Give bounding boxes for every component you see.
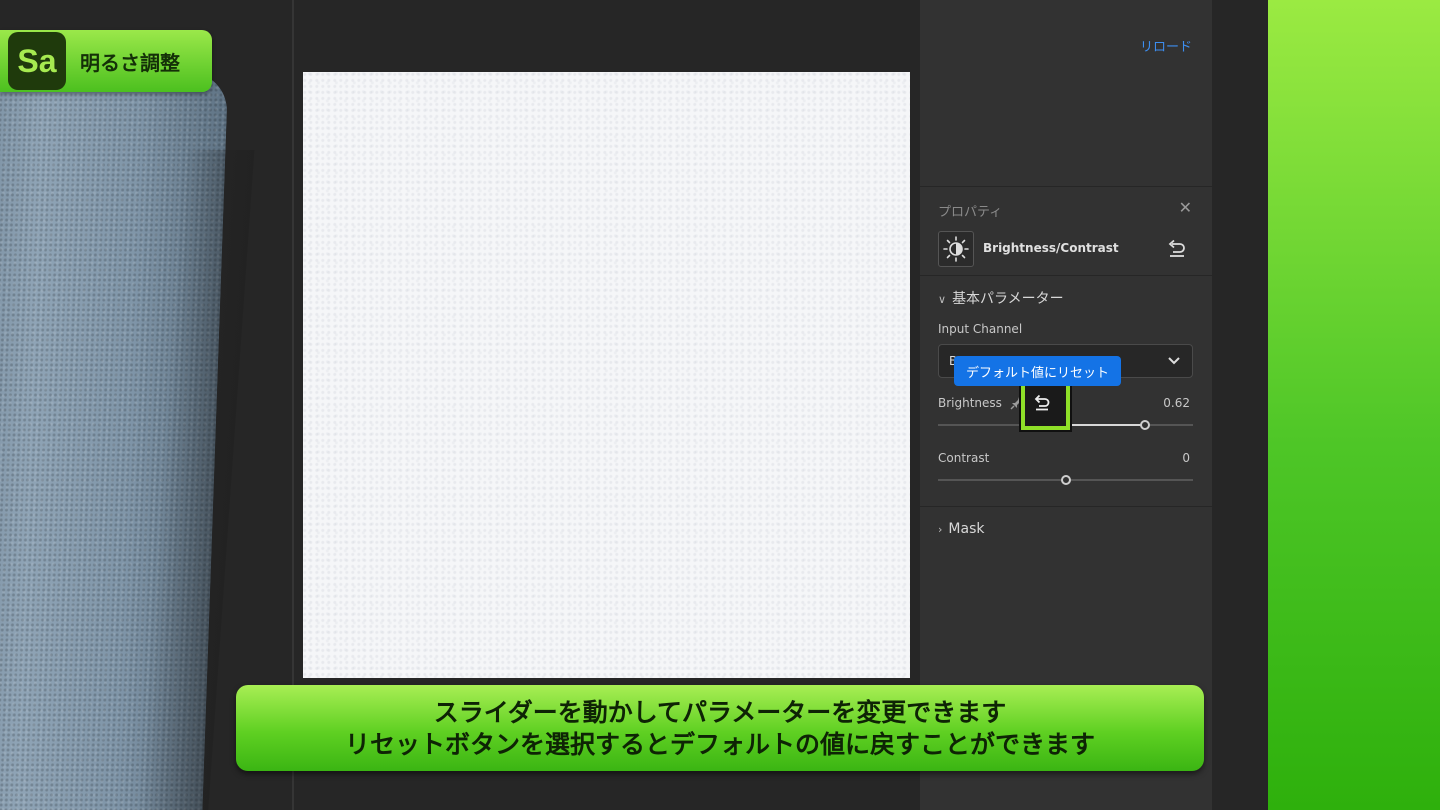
reset-to-default-button[interactable] [1031, 392, 1053, 414]
chevron-down-icon [1168, 357, 1180, 365]
slider-handle[interactable] [1060, 475, 1071, 485]
section-basic-label: 基本パラメーター [952, 291, 1064, 307]
chevron-down-icon: ∨ [938, 293, 947, 306]
subtitle-line-2: リセットボタンを選択するとデフォルトの値に戻すことができます [344, 730, 1095, 759]
section-basic-parameters[interactable]: ∨ 基本パラメーター [938, 288, 1064, 308]
slider-fill [1065, 424, 1145, 426]
panel-separator [920, 506, 1212, 507]
contrast-slider[interactable] [938, 475, 1193, 485]
brightness-value[interactable]: 0.62 [1163, 396, 1190, 410]
contrast-label: Contrast [938, 451, 990, 465]
app-badge: Sa 明るさ調整 [0, 30, 212, 92]
panel-separator [920, 275, 1212, 276]
properties-title: プロパティ [938, 205, 1003, 220]
reset-all-icon[interactable] [1166, 238, 1188, 260]
subtitle-caption: スライダーを動かしてパラメーターを変更できます リセットボタンを選択するとデフォ… [236, 685, 1204, 771]
close-icon[interactable]: ✕ [1179, 198, 1192, 217]
brightness-icon [938, 231, 974, 267]
panel-gutter [1212, 0, 1268, 810]
chevron-right-icon: › [938, 523, 943, 536]
section-mask[interactable]: › Mask [938, 521, 984, 537]
section-mask-label: Mask [948, 521, 985, 537]
adjustment-name: Brightness/Contrast [983, 241, 1119, 255]
undo-icon [1034, 394, 1050, 411]
tooltip-reset-default: デフォルト値にリセット [954, 356, 1122, 386]
contrast-value[interactable]: 0 [1182, 451, 1190, 465]
subtitle-line-1: スライダーを動かしてパラメーターを変更できます [433, 698, 1007, 727]
brightness-label: Brightness [938, 396, 1002, 410]
badge-title: 明るさ調整 [80, 50, 180, 75]
slider-handle[interactable] [1139, 420, 1150, 430]
panel-separator [920, 186, 1212, 187]
background-green-strip [1268, 0, 1440, 810]
reload-link[interactable]: リロード [1140, 36, 1192, 55]
substance-logo: Sa [8, 32, 66, 90]
texture-preview [303, 72, 910, 678]
input-channel-label: Input Channel [938, 322, 1023, 336]
